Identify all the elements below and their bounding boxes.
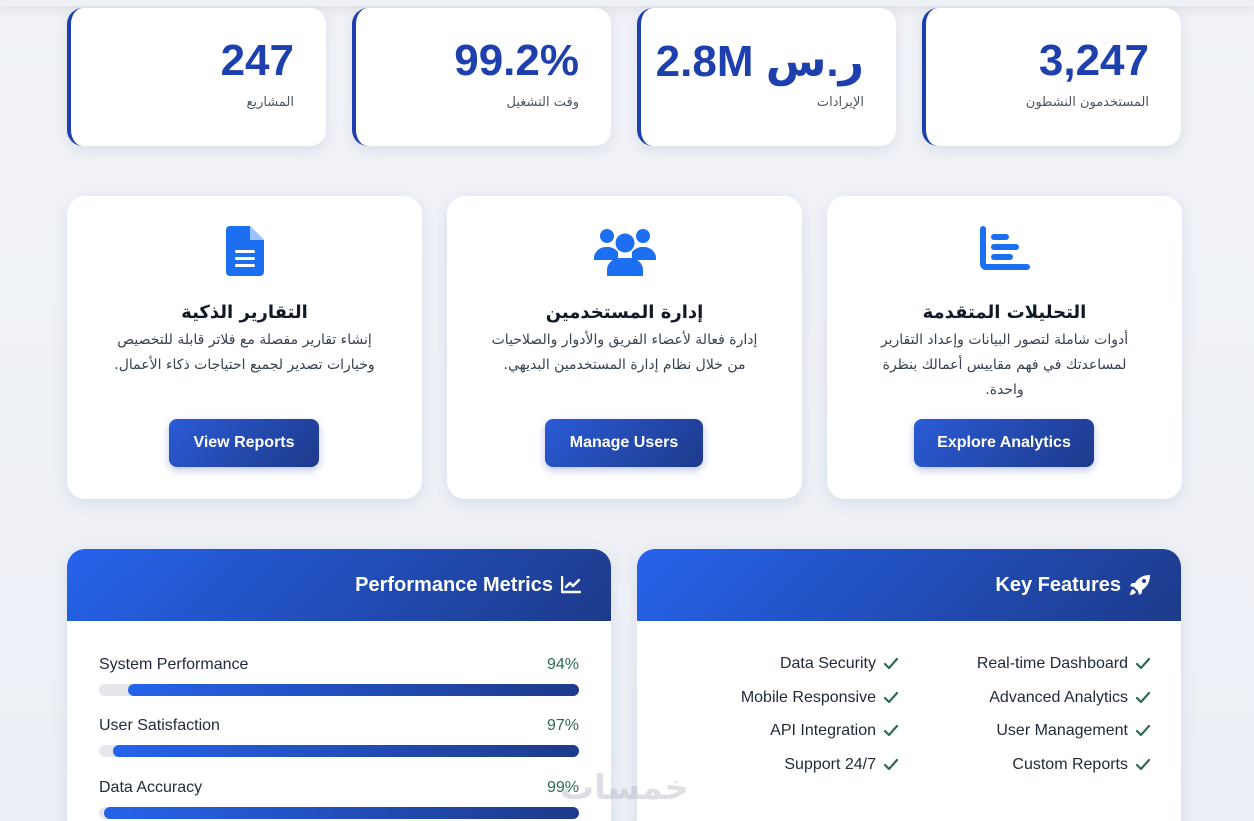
feature-item-label: Data Security (779, 655, 876, 672)
feature-item-label: Mobile Responsive (740, 688, 876, 706)
feature-item: Support 24/7 (784, 756, 898, 774)
check-icon (1136, 658, 1150, 670)
line-chart-icon (561, 576, 581, 594)
stat-label: المستخدمون النشطون (1025, 95, 1149, 110)
feature-description: إنشاء تقارير مفصلة مع فلاتر قابلة للتخصي… (114, 332, 375, 373)
panel-title: Key Features (995, 573, 1121, 596)
feature-description: إدارة فعالة لأعضاء الفريق والأدوار والصل… (491, 332, 758, 373)
manage-users-button[interactable]: Manage Users (545, 419, 703, 467)
check-icon (884, 758, 898, 771)
stat-label: المشاريع (246, 95, 294, 110)
check-icon (884, 658, 898, 670)
check-icon (1136, 758, 1150, 771)
key-features-panel: Key Features (637, 549, 1181, 821)
performance-metrics-panel: Performance Metrics System Performance 9… (67, 549, 611, 821)
feature-title: التحليلات المتقدمة (922, 302, 1087, 323)
stat-card-revenue: 2.8M ر.س الإيرادات (637, 8, 896, 146)
feature-title: التقارير الذكية (181, 302, 308, 323)
feature-item-label: Support 24/7 (784, 755, 876, 773)
check-icon (884, 691, 898, 704)
progress-fill (127, 684, 579, 696)
panel-title: Performance Metrics (355, 573, 553, 596)
stat-label: الإيرادات (816, 95, 864, 110)
document-icon (67, 226, 422, 280)
explore-analytics-button[interactable]: Explore Analytics (914, 419, 1094, 467)
panel-header: Performance Metrics (67, 549, 611, 621)
feature-item: Data Security (780, 655, 898, 673)
stat-value: 247 (220, 36, 294, 85)
watermark: خمسات (560, 768, 689, 808)
feature-item: Mobile Responsive (741, 689, 898, 707)
stat-card-active-users: 3,247 المستخدمون النشطون (922, 8, 1181, 146)
bar-chart-icon (827, 226, 1182, 280)
metric-value: 94% (546, 656, 579, 673)
stat-card-projects: 247 المشاريع (67, 8, 326, 146)
feature-item: Real-time Dashboard (977, 655, 1150, 673)
panel-header: Key Features (637, 549, 1181, 621)
progress-track (99, 745, 579, 757)
users-icon (447, 226, 802, 280)
check-icon (1136, 691, 1150, 704)
stat-card-uptime: 99.2% وقت التشغيل (352, 8, 611, 146)
feature-item: API Integration (770, 722, 898, 740)
feature-card-reports: التقارير الذكية إنشاء تقارير مفصلة مع فل… (67, 196, 422, 499)
feature-item-label: User Management (996, 722, 1128, 739)
progress-track (99, 684, 579, 696)
feature-item: User Management (996, 722, 1150, 740)
progress-fill (103, 807, 579, 819)
metric-name: Data Accuracy (99, 779, 203, 796)
rocket-icon (1130, 575, 1150, 595)
progress-track (99, 807, 579, 819)
stat-value: 2.8M ر.س (655, 37, 864, 86)
check-icon (884, 725, 898, 737)
stat-value: 3,247 (1038, 36, 1149, 85)
progress-fill (113, 745, 579, 757)
feature-item: Custom Reports (1012, 756, 1150, 774)
stat-label: وقت التشغيل (506, 95, 579, 110)
feature-title: إدارة المستخدمين (545, 302, 704, 323)
feature-description: أدوات شاملة لتصور البيانات وإعداد التقار… (880, 332, 1129, 398)
metric-value: 97% (546, 717, 579, 734)
feature-item-label: Real-time Dashboard (976, 655, 1128, 672)
check-icon (1136, 725, 1150, 737)
feature-item-label: Custom Reports (1012, 755, 1128, 773)
feature-card-analytics: التحليلات المتقدمة أدوات شاملة لتصور الب… (827, 196, 1182, 499)
metric-name: System Performance (99, 656, 249, 673)
feature-item-label: Advanced Analytics (989, 688, 1128, 706)
stats-row: 247 المشاريع 99.2% وقت التشغيل 2.8M ر.س … (67, 8, 1181, 146)
feature-card-users: إدارة المستخدمين إدارة فعالة لأعضاء الفر… (447, 196, 802, 499)
stat-value: 99.2% (454, 36, 579, 85)
top-header-edge (0, 0, 1254, 6)
view-reports-button[interactable]: View Reports (169, 419, 319, 467)
feature-item: Advanced Analytics (989, 689, 1150, 707)
feature-item-label: API Integration (770, 722, 876, 739)
metric-name: User Satisfaction (99, 717, 220, 734)
